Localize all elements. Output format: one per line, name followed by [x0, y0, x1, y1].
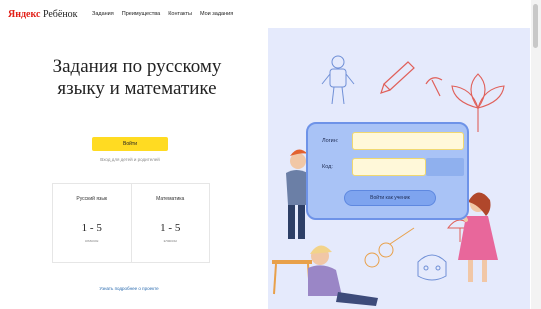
pencil-icon [380, 61, 415, 94]
subject-cards: Русский язык 1 - 5 классы Математика 1 -… [52, 183, 210, 263]
login-label: Логин: [322, 138, 339, 144]
nav-my-tasks[interactable]: Мои задания [200, 11, 233, 17]
student-login-button[interactable]: Войти как ученик [344, 190, 436, 206]
subject-grade-unit: классы [163, 238, 177, 243]
hammer-icon [425, 77, 443, 97]
about-link[interactable]: Узнать подробнее о проекте [64, 286, 194, 291]
scrollbar[interactable] [531, 0, 541, 309]
decor-icon [364, 227, 415, 268]
subject-card-russian[interactable]: Русский язык 1 - 5 классы [53, 184, 131, 262]
code-input[interactable] [352, 158, 426, 176]
login-input[interactable] [352, 132, 464, 150]
subject-grade: 1 - 5 [81, 222, 102, 234]
stormtrooper-icon [417, 254, 447, 281]
logo-product: Ребёнок [42, 9, 78, 20]
page-title: Задания по русскому языку и математике [52, 56, 222, 99]
student-login-panel: Логин: Код: Войти как ученик [306, 122, 469, 220]
scrollbar-thumb[interactable] [533, 4, 538, 48]
logo-brand: Яндекс [8, 9, 41, 20]
parent-login-link[interactable]: Вход для детей и родителей [72, 157, 188, 162]
subject-name: Математика [156, 196, 185, 202]
top-nav: Задания Преимущества Контакты Мои задани… [92, 11, 233, 17]
nav-contacts[interactable]: Контакты [168, 11, 192, 17]
nav-tasks[interactable]: Задания [92, 11, 114, 17]
logo[interactable]: Яндекс Ребёнок [8, 9, 78, 20]
code-field-side [426, 158, 464, 176]
header: Яндекс Ребёнок Задания Преимущества Конт… [0, 0, 541, 28]
subject-grade-unit: классы [85, 238, 99, 243]
subject-grade: 1 - 5 [160, 222, 181, 234]
login-button[interactable]: Войти [92, 137, 168, 151]
code-label: Код: [322, 164, 333, 170]
subject-name: Русский язык [76, 196, 108, 202]
nav-advantages[interactable]: Преимущества [122, 11, 160, 17]
robot-icon [321, 55, 355, 105]
subject-card-math[interactable]: Математика 1 - 5 классы [130, 184, 210, 262]
